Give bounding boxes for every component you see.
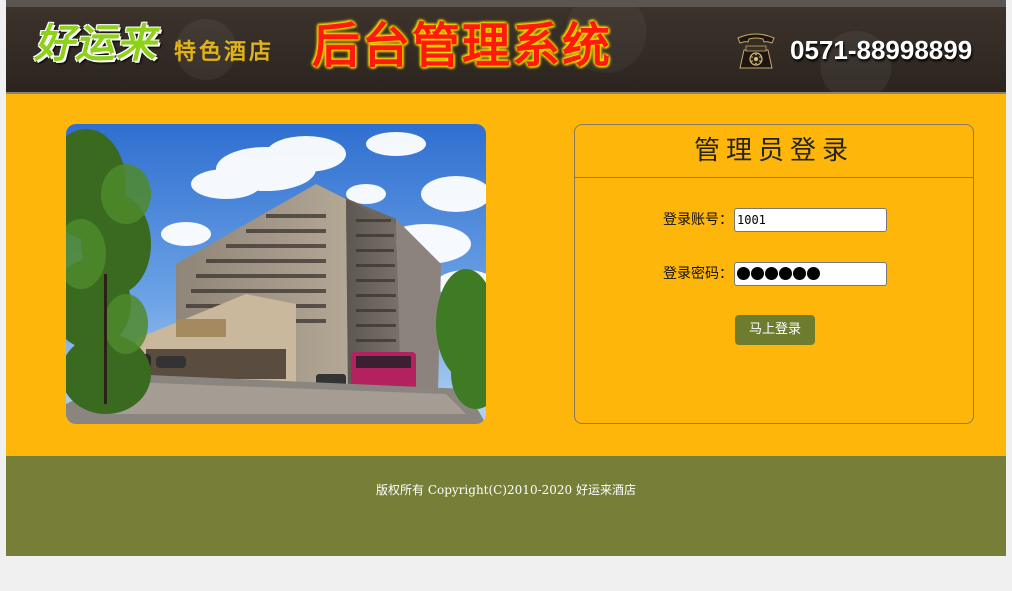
password-dot: [779, 267, 792, 280]
copyright-text: 版权所有 Copyright(C)2010-2020 好运来酒店: [376, 483, 636, 497]
password-dot: [737, 267, 750, 280]
password-dot: [807, 267, 820, 280]
brand-logo-name: 好运来: [34, 20, 157, 67]
login-submit-button[interactable]: 马上登录: [735, 315, 815, 345]
page: 好运来 特色酒店 后台管理系统 0571-88998899 管理员登录 登录账号…: [6, 0, 1006, 556]
password-input[interactable]: [734, 262, 887, 286]
main-content: 管理员登录 登录账号： 1001 登录密码： 马上登录: [6, 94, 1006, 456]
system-title: 后台管理系统: [312, 18, 613, 74]
password-label: 登录密码：: [663, 266, 733, 282]
password-row: 登录密码：: [663, 262, 923, 286]
admin-login-panel: 管理员登录 登录账号： 1001 登录密码： 马上登录: [574, 124, 974, 424]
hotel-building-photo: [66, 124, 486, 424]
header-banner: 好运来 特色酒店 后台管理系统 0571-88998899: [6, 0, 1006, 94]
account-label: 登录账号：: [663, 212, 733, 228]
login-panel-title: 管理员登录: [575, 125, 973, 178]
password-dot: [765, 267, 778, 280]
telephone-icon: [734, 30, 778, 72]
password-dot: [793, 267, 806, 280]
contact-phone-number: 0571-88998899: [790, 35, 973, 65]
password-mask-dots: [737, 267, 820, 281]
password-dot: [751, 267, 764, 280]
account-input[interactable]: 1001: [734, 208, 887, 232]
brand-subtitle: 特色酒店: [174, 39, 275, 65]
footer: 版权所有 Copyright(C)2010-2020 好运来酒店: [6, 456, 1006, 556]
account-row: 登录账号： 1001: [663, 208, 923, 232]
